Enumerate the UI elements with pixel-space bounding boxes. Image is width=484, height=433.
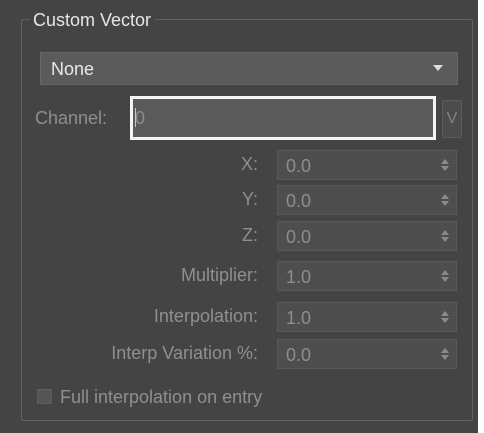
spinner-arrows-icon[interactable] bbox=[441, 159, 449, 172]
interp-variation-value: 0.0 bbox=[286, 345, 312, 365]
group-title: Custom Vector bbox=[30, 9, 156, 31]
x-value: 0.0 bbox=[286, 156, 312, 176]
z-spinner[interactable]: 0.0 bbox=[277, 221, 457, 251]
up-arrow-icon bbox=[441, 348, 449, 353]
triangle-down-icon bbox=[433, 65, 443, 71]
multiplier-value: 1.0 bbox=[286, 267, 312, 287]
channel-value: 0 bbox=[135, 108, 146, 128]
channel-input[interactable]: 0 bbox=[130, 96, 436, 140]
up-arrow-icon bbox=[441, 194, 449, 199]
custom-vector-panel: Custom Vector None Channel: 0 V X: 0.0 Y… bbox=[0, 0, 478, 433]
interpolation-spinner[interactable]: 1.0 bbox=[277, 302, 457, 332]
text-caret bbox=[135, 108, 136, 127]
custom-vector-dropdown[interactable]: None bbox=[40, 52, 458, 85]
down-arrow-icon bbox=[441, 237, 449, 242]
channel-label: Channel: bbox=[35, 108, 108, 128]
up-arrow-icon bbox=[441, 159, 449, 164]
full-interpolation-checkbox[interactable] bbox=[37, 389, 52, 404]
z-label: Z: bbox=[242, 225, 258, 245]
spinner-arrows-icon[interactable] bbox=[441, 194, 449, 207]
x-spinner[interactable]: 0.0 bbox=[277, 150, 457, 180]
z-value: 0.0 bbox=[286, 227, 312, 247]
down-arrow-icon bbox=[441, 201, 449, 206]
spinner-arrows-icon[interactable] bbox=[441, 348, 449, 361]
spinner-arrows-icon[interactable] bbox=[441, 270, 449, 283]
x-label: X: bbox=[240, 154, 258, 174]
y-label: Y: bbox=[241, 189, 258, 209]
multiplier-label: Multiplier: bbox=[180, 265, 258, 285]
down-arrow-icon bbox=[441, 166, 449, 171]
up-arrow-icon bbox=[441, 311, 449, 316]
interpolation-value: 1.0 bbox=[286, 308, 312, 328]
interp-variation-label: Interp Variation %: bbox=[111, 343, 258, 363]
spinner-arrows-icon[interactable] bbox=[441, 230, 449, 243]
up-arrow-icon bbox=[441, 270, 449, 275]
y-value: 0.0 bbox=[286, 191, 312, 211]
up-arrow-icon bbox=[441, 230, 449, 235]
interpolation-label: Interpolation: bbox=[153, 306, 258, 326]
spinner-arrows-icon[interactable] bbox=[441, 311, 449, 324]
down-arrow-icon bbox=[441, 355, 449, 360]
interp-variation-spinner[interactable]: 0.0 bbox=[277, 339, 457, 369]
down-arrow-icon bbox=[441, 277, 449, 282]
dropdown-value: None bbox=[51, 59, 95, 79]
down-arrow-icon bbox=[441, 318, 449, 323]
full-interpolation-label[interactable]: Full interpolation on entry bbox=[60, 386, 262, 408]
channel-v-button[interactable]: V bbox=[442, 100, 462, 138]
y-spinner[interactable]: 0.0 bbox=[277, 185, 457, 215]
multiplier-spinner[interactable]: 1.0 bbox=[277, 261, 457, 291]
